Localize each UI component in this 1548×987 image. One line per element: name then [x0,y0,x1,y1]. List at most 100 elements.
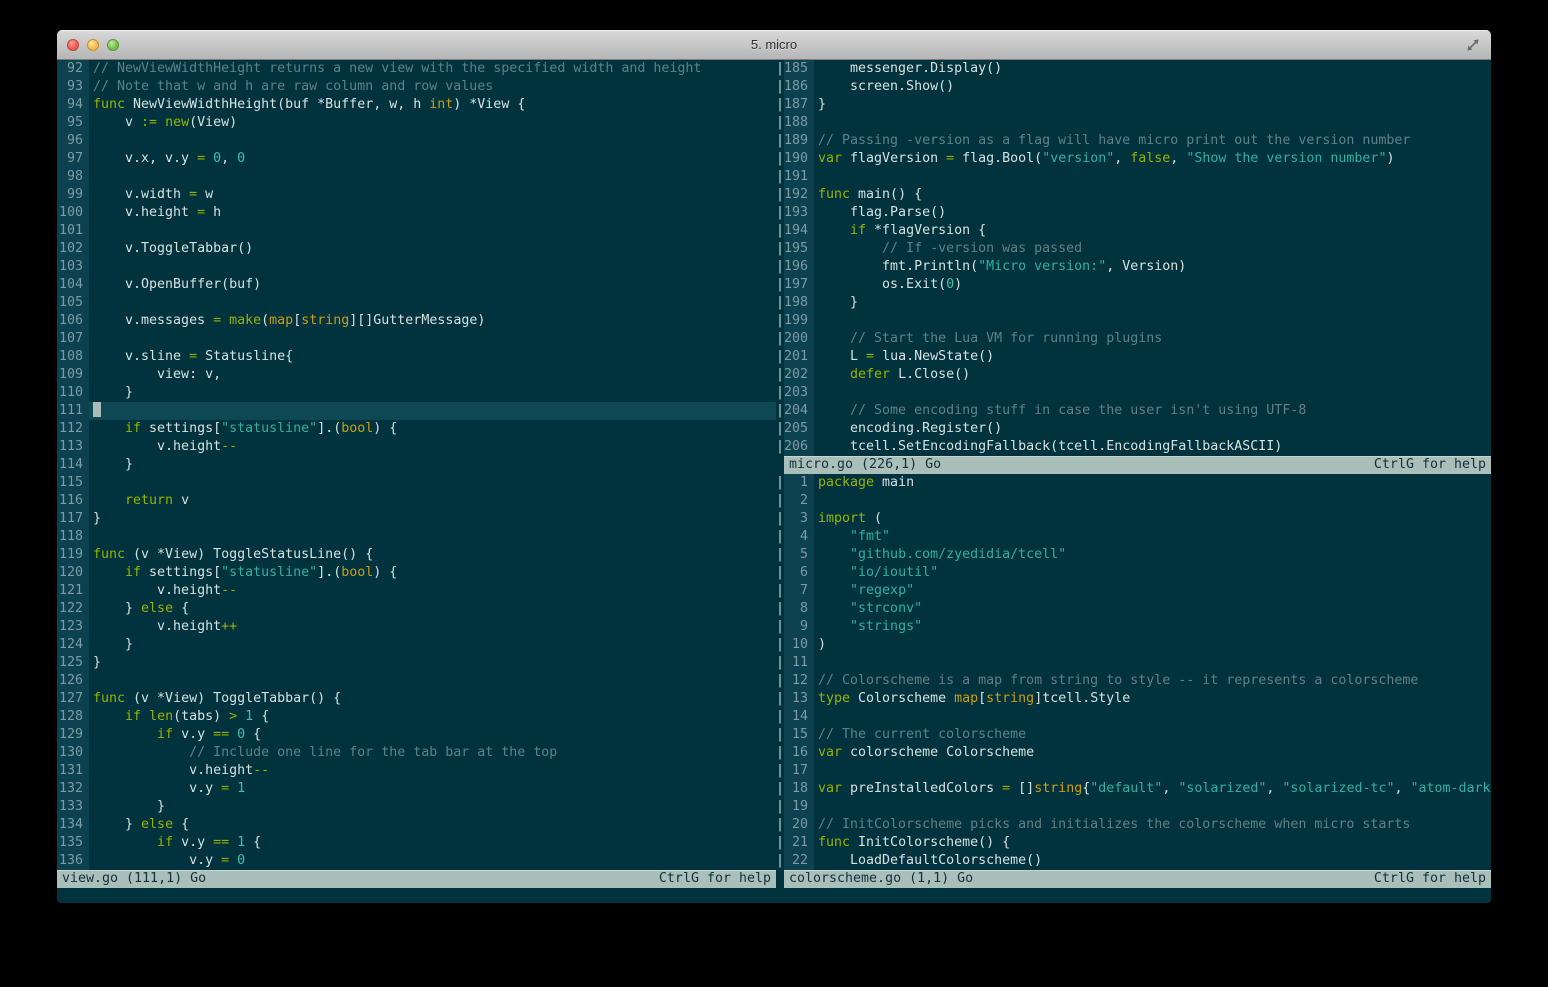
code-line[interactable]: 8 "strconv" [784,600,1491,618]
code-line[interactable]: 102 v.ToggleTabbar() [57,240,776,258]
code-line[interactable]: 136 v.y = 0 [57,852,776,870]
code-line[interactable]: 185 messenger.Display() [784,60,1491,78]
code-line[interactable]: 120 if settings["statusline"].(bool) { [57,564,776,582]
code-line[interactable]: 106 v.messages = make(map[string][]Gutte… [57,312,776,330]
code-line[interactable]: 132 v.y = 1 [57,780,776,798]
pane-view-go[interactable]: 92 // NewViewWidthHeight returns a new vi… [57,60,776,870]
code-line[interactable]: 206 tcell.SetEncodingFallback(tcell.Enco… [784,438,1491,456]
code-line[interactable]: 129 if v.y == 0 { [57,726,776,744]
code-line[interactable]: 103 [57,258,776,276]
code-token: 1 [245,709,254,724]
code-line[interactable]: 110 } [57,384,776,402]
code-line[interactable]: 5 "github.com/zyedidia/tcell" [784,546,1491,564]
code-line[interactable]: 123 v.height++ [57,618,776,636]
code-line[interactable]: 21 func InitColorscheme() { [784,834,1491,852]
command-line[interactable] [57,888,1491,903]
code-line[interactable]: 20 // InitColorscheme picks and initializ… [784,816,1491,834]
code-line[interactable]: 9 "strings" [784,618,1491,636]
code-line[interactable]: 19 [784,798,1491,816]
code-line[interactable]: 1 package main [784,474,1491,492]
code-line[interactable]: 18 var preInstalledColors = []string{"def… [784,780,1491,798]
code-line[interactable]: 131 v.height-- [57,762,776,780]
code-line[interactable]: 16 var colorscheme Colorscheme [784,744,1491,762]
code-line[interactable]: 100 v.height = h [57,204,776,222]
code-line[interactable]: 10) [784,636,1491,654]
code-line[interactable]: 201 L = lua.NewState() [784,348,1491,366]
code-line[interactable]: 203 [784,384,1491,402]
code-line[interactable]: 113 v.height-- [57,438,776,456]
close-button[interactable] [67,39,79,51]
code-line[interactable]: 99 v.width = w [57,186,776,204]
code-line[interactable]: 194 if *flagVersion { [784,222,1491,240]
code-line[interactable]: 119 func (v *View) ToggleStatusLine() { [57,546,776,564]
code-line[interactable]: 122 } else { [57,600,776,618]
code-line[interactable]: 116 return v [57,492,776,510]
code-line[interactable]: 112 if settings["statusline"].(bool) { [57,420,776,438]
code-line[interactable]: 192 func main() { [784,186,1491,204]
code-line[interactable]: 126 [57,672,776,690]
code-line[interactable]: 6 "io/ioutil" [784,564,1491,582]
code-line[interactable]: 199 [784,312,1491,330]
code-line[interactable]: 98 [57,168,776,186]
window-titlebar[interactable]: 5. micro [57,30,1491,60]
code-line[interactable]: 7 "regexp" [784,582,1491,600]
code-line[interactable]: 205 encoding.Register() [784,420,1491,438]
code-line[interactable]: 92 // NewViewWidthHeight returns a new vi… [57,60,776,78]
code-line[interactable]: 94 func NewViewWidthHeight(buf *Buffer, w… [57,96,776,114]
code-line[interactable]: 4 "fmt" [784,528,1491,546]
code-line[interactable]: 101 [57,222,776,240]
fullscreen-icon[interactable] [1465,37,1481,53]
code-line[interactable]: 128 if len(tabs) > 1 { [57,708,776,726]
code-line[interactable]: 197 os.Exit(0) [784,276,1491,294]
zoom-button[interactable] [107,39,119,51]
code-line[interactable]: 134 } else { [57,816,776,834]
code-line[interactable]: 96 [57,132,776,150]
code-line[interactable]: 193 flag.Parse() [784,204,1491,222]
code-line[interactable]: 15 // The current colorscheme [784,726,1491,744]
code-line[interactable]: 11 [784,654,1491,672]
code-line[interactable]: 191 [784,168,1491,186]
code-line[interactable]: 189 // Passing -version as a flag will ha… [784,132,1491,150]
code-line[interactable]: 13 type Colorscheme map[string]tcell.Styl… [784,690,1491,708]
code-line[interactable]: 105 [57,294,776,312]
code-line[interactable]: 22 LoadDefaultColorscheme() [784,852,1491,870]
code-line[interactable]: 130 // Include one line for the tab bar … [57,744,776,762]
code-line[interactable]: 202 defer L.Close() [784,366,1491,384]
code-line[interactable]: 195 // If -version was passed [784,240,1491,258]
code-line[interactable]: 93 // Note that w and h are raw column an… [57,78,776,96]
code-line[interactable]: 97 v.x, v.y = 0, 0 [57,150,776,168]
code-line[interactable]: 187} [784,96,1491,114]
code-line[interactable]: 95 v := new(View) [57,114,776,132]
code-line[interactable]: 190 var flagVersion = flag.Bool("version"… [784,150,1491,168]
code-line[interactable]: 114 } [57,456,776,474]
code-line[interactable]: 200 // Start the Lua VM for running plug… [784,330,1491,348]
code-line[interactable]: 115 [57,474,776,492]
code-line[interactable]: 124 } [57,636,776,654]
code-line[interactable]: 127 func (v *View) ToggleTabbar() { [57,690,776,708]
code-line[interactable]: 3 import ( [784,510,1491,528]
code-line[interactable]: 17 [784,762,1491,780]
code-line[interactable]: 133 } [57,798,776,816]
minimize-button[interactable] [87,39,99,51]
code-line[interactable]: 2 [784,492,1491,510]
code-line[interactable]: 111 [57,402,776,420]
code-line[interactable]: 198 } [784,294,1491,312]
code-line[interactable]: 109 view: v, [57,366,776,384]
code-line[interactable]: 135 if v.y == 1 { [57,834,776,852]
code-line[interactable]: 12 // Colorscheme is a map from string to… [784,672,1491,690]
code-line[interactable]: 121 v.height-- [57,582,776,600]
code-line[interactable]: 104 v.OpenBuffer(buf) [57,276,776,294]
code-line[interactable]: 117} [57,510,776,528]
pane-colorscheme-go[interactable]: 1 package main 2 3 import (4 "fmt" 5 "github.… [784,474,1491,870]
pane-micro-go[interactable]: 185 messenger.Display() 186 screen.Show()… [784,60,1491,456]
code-line[interactable]: 125} [57,654,776,672]
code-line[interactable]: 204 // Some encoding stuff in case the u… [784,402,1491,420]
code-line[interactable]: 118 [57,528,776,546]
code-line[interactable]: 108 v.sline = Statusline{ [57,348,776,366]
code-line[interactable]: 188 [784,114,1491,132]
code-line[interactable]: 196 fmt.Println("Micro version:", Versio… [784,258,1491,276]
code-line[interactable]: 186 screen.Show() [784,78,1491,96]
code-line[interactable]: 107 [57,330,776,348]
code-line[interactable]: 14 [784,708,1491,726]
